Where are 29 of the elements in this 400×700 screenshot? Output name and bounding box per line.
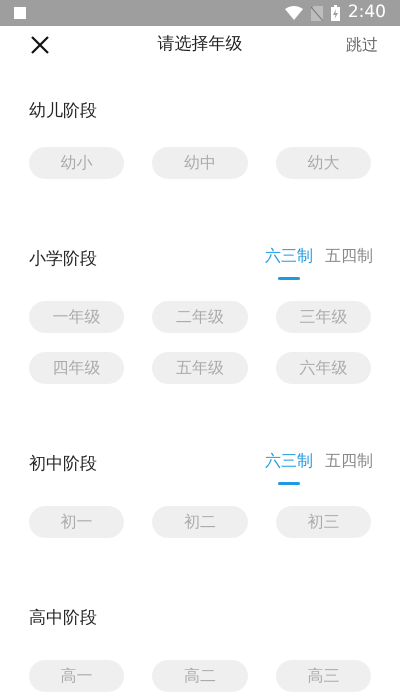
section-title: 初中阶段 [29,453,97,476]
section-title: 幼儿阶段 [29,100,97,124]
grade-option[interactable]: 三年级 [276,301,371,333]
grade-option[interactable]: 高二 [152,660,248,692]
skip-button[interactable]: 跳过 [346,33,378,57]
grade-option[interactable]: 六年级 [276,352,371,384]
section-title: 高中阶段 [29,607,97,630]
grade-option[interactable]: 初一 [29,506,124,538]
status-time: 2:40 [348,1,386,24]
grade-option[interactable]: 四年级 [29,352,124,384]
system-tab[interactable]: 六三制 [265,443,313,487]
system-tab[interactable]: 五四制 [325,443,373,487]
grade-option[interactable]: 高三 [276,660,371,692]
system-tab[interactable]: 六三制 [265,238,313,282]
grade-option[interactable]: 高一 [29,660,124,692]
grade-option[interactable]: 初三 [276,506,371,538]
wifi-icon [284,6,303,20]
battery-icon [330,5,340,21]
grade-option[interactable]: 五年级 [152,352,248,384]
system-tab[interactable]: 五四制 [325,238,373,282]
grade-option[interactable]: 初二 [152,506,248,538]
grade-option[interactable]: 二年级 [152,301,248,333]
page-title: 请选择年级 [158,33,242,56]
no-sim-icon [310,6,323,20]
grade-option[interactable]: 一年级 [29,301,124,333]
grade-option[interactable]: 幼大 [276,147,371,179]
section-title: 小学阶段 [29,248,97,272]
grade-option[interactable]: 幼中 [152,147,248,179]
grade-option[interactable]: 幼小 [29,147,124,179]
